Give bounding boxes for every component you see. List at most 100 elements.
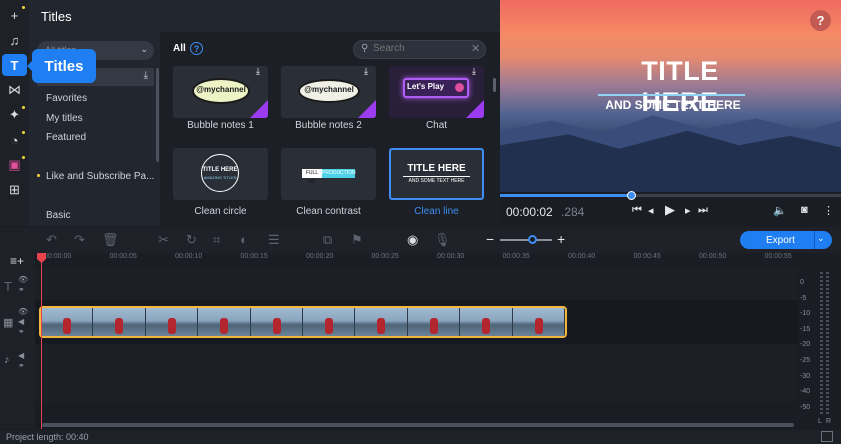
audio-track[interactable] xyxy=(35,344,798,402)
zoom-in-icon[interactable]: + xyxy=(557,231,565,247)
play-icon[interactable]: ▶ xyxy=(665,202,675,218)
speaker-icon[interactable]: ◀ xyxy=(18,351,24,360)
timecode: 00:00:02 xyxy=(506,205,553,219)
webcam-icon[interactable]: ◉ xyxy=(407,232,418,248)
microphone-icon[interactable]: 🎙 xyxy=(434,232,451,248)
zoom-slider-handle[interactable] xyxy=(528,235,537,244)
transitions-icon[interactable]: ⋈ xyxy=(2,79,27,101)
ruler-tick-label: 00:00:10 xyxy=(175,253,203,260)
search-input[interactable] xyxy=(373,43,468,54)
adjust-icon[interactable]: ☰ xyxy=(268,232,280,248)
title-thumb-bubble-notes-2[interactable]: @mychannel xyxy=(281,66,376,118)
more-tools-icon[interactable]: ⊞ xyxy=(2,179,27,201)
category-basic[interactable]: Basic xyxy=(46,210,70,221)
titles-icon[interactable]: T xyxy=(2,54,27,76)
preview-title-line xyxy=(598,94,745,96)
help-button[interactable]: ? xyxy=(810,10,831,31)
close-icon[interactable]: ✕ xyxy=(471,42,480,55)
link-icon[interactable]: ⚭ xyxy=(18,327,25,336)
thumb-subtext: AND SOME TEXT HERE xyxy=(408,178,465,184)
grid-view-icon[interactable] xyxy=(821,431,833,442)
zoom-slider[interactable] xyxy=(500,239,552,241)
cut-icon[interactable]: ✂ xyxy=(158,232,169,248)
crop-icon[interactable]: ⌗ xyxy=(213,232,220,248)
step-forward-icon[interactable]: ▸ xyxy=(685,204,691,217)
seek-progress xyxy=(500,194,632,197)
thumb-text: @mychannel xyxy=(304,85,354,94)
chevron-down-icon: ⌄ xyxy=(140,44,148,54)
help-icon[interactable]: ? xyxy=(190,42,203,55)
category-favorites[interactable]: Favorites xyxy=(46,93,87,104)
download-icon[interactable]: ⤓ xyxy=(472,66,476,77)
category-like-subscribe[interactable]: Like and Subscribe Pa... xyxy=(46,171,154,182)
eye-icon[interactable]: 👁 xyxy=(18,275,28,284)
clip-frame xyxy=(460,308,513,336)
link-icon[interactable]: ⚭ xyxy=(18,361,25,370)
thumb-text: Let's Play xyxy=(407,82,445,91)
more-options-icon[interactable]: ⋮ xyxy=(823,204,834,217)
download-icon[interactable]: ⤓ xyxy=(144,70,148,81)
preview-subtitle-text[interactable]: AND SOME TEXT HERE xyxy=(600,98,746,112)
ruler-tick-label: 00:00:45 xyxy=(633,253,661,260)
clip-frame xyxy=(407,308,461,336)
thumb-text: TITLE HERE xyxy=(407,163,466,174)
timeline-scrollbar[interactable] xyxy=(42,423,794,427)
meter-scale-label: -40 xyxy=(800,388,811,396)
thumb-text: FULL HD xyxy=(302,169,322,185)
clip-frame xyxy=(250,308,304,336)
clip-frame xyxy=(355,308,408,336)
ruler-tick-label: 00:00:05 xyxy=(109,253,137,260)
clip-frame xyxy=(512,308,565,336)
skip-start-icon[interactable]: ⏮ xyxy=(632,204,642,217)
title-thumb-clean-contrast[interactable]: FULL HD PRODUCTION xyxy=(281,148,376,200)
seek-handle[interactable] xyxy=(627,191,636,200)
music-icon[interactable]: ♫ xyxy=(2,29,27,51)
meter-scale-label: -20 xyxy=(800,341,811,349)
meter-scale-label: -50 xyxy=(800,403,811,411)
chevron-down-icon[interactable]: ⌄ xyxy=(817,233,825,244)
tooltip: Titles xyxy=(27,49,96,83)
link-icon[interactable]: ⚭ xyxy=(18,285,25,294)
meter-channel-left: L xyxy=(818,418,822,425)
step-back-icon[interactable]: ◂ xyxy=(648,204,654,217)
category-featured[interactable]: Featured xyxy=(46,132,86,143)
undo-icon[interactable]: ↶ xyxy=(46,232,57,248)
download-icon[interactable]: ⤓ xyxy=(256,66,260,77)
title-thumb-clean-circle[interactable]: TITLE HERE AMAZING TITLES xyxy=(173,148,268,200)
snapshot-icon[interactable]: ◙ xyxy=(801,204,808,216)
meter-scale-label: -30 xyxy=(800,372,811,380)
meter-scale-label: -5 xyxy=(800,294,807,302)
timeline-ruler[interactable] xyxy=(35,253,798,268)
volume-icon[interactable]: 🔈 xyxy=(773,204,787,217)
title-label-bubble-notes-2: Bubble notes 2 xyxy=(295,120,362,131)
title-label-clean-circle: Clean circle xyxy=(194,206,247,217)
overlay-icon[interactable]: ⧉ xyxy=(323,232,332,248)
eye-icon[interactable]: 👁 xyxy=(18,307,28,316)
zoom-out-icon[interactable]: − xyxy=(486,231,494,247)
title-thumb-clean-line[interactable]: TITLE HERE AND SOME TEXT HERE xyxy=(389,148,484,200)
meter-scale-label: -15 xyxy=(800,325,811,333)
download-icon[interactable]: ⤓ xyxy=(364,66,368,77)
color-icon[interactable]: ◐ xyxy=(240,232,248,247)
export-separator xyxy=(814,231,815,249)
speaker-icon[interactable]: ◀ xyxy=(18,317,24,326)
grid-scrollbar[interactable] xyxy=(493,78,496,92)
delete-icon[interactable]: 🗑 xyxy=(102,232,119,248)
add-track-icon[interactable]: ≡+ xyxy=(10,254,24,268)
ruler-tick-label: 00:00:30 xyxy=(437,253,465,260)
marker-icon[interactable]: ⚑ xyxy=(351,232,363,248)
redo-icon[interactable]: ↷ xyxy=(74,232,85,248)
project-length: Project length: 00:40 xyxy=(6,432,89,442)
title-thumb-chat[interactable]: Let's Play xyxy=(389,66,484,118)
rotate-icon[interactable]: ↻ xyxy=(186,232,197,248)
timeline-toolbar xyxy=(0,227,841,253)
category-my-titles[interactable]: My titles xyxy=(46,113,83,124)
skip-end-icon[interactable]: ⏭ xyxy=(698,204,708,217)
category-scrollbar[interactable] xyxy=(156,68,159,162)
title-track[interactable] xyxy=(35,268,798,300)
ruler-tick-label: 00:00:35 xyxy=(502,253,530,260)
filter-label: All xyxy=(173,43,186,54)
title-thumb-bubble-notes-1[interactable]: @mychannel xyxy=(173,66,268,118)
panel-title: Titles xyxy=(41,9,72,24)
video-clip[interactable] xyxy=(39,306,567,338)
